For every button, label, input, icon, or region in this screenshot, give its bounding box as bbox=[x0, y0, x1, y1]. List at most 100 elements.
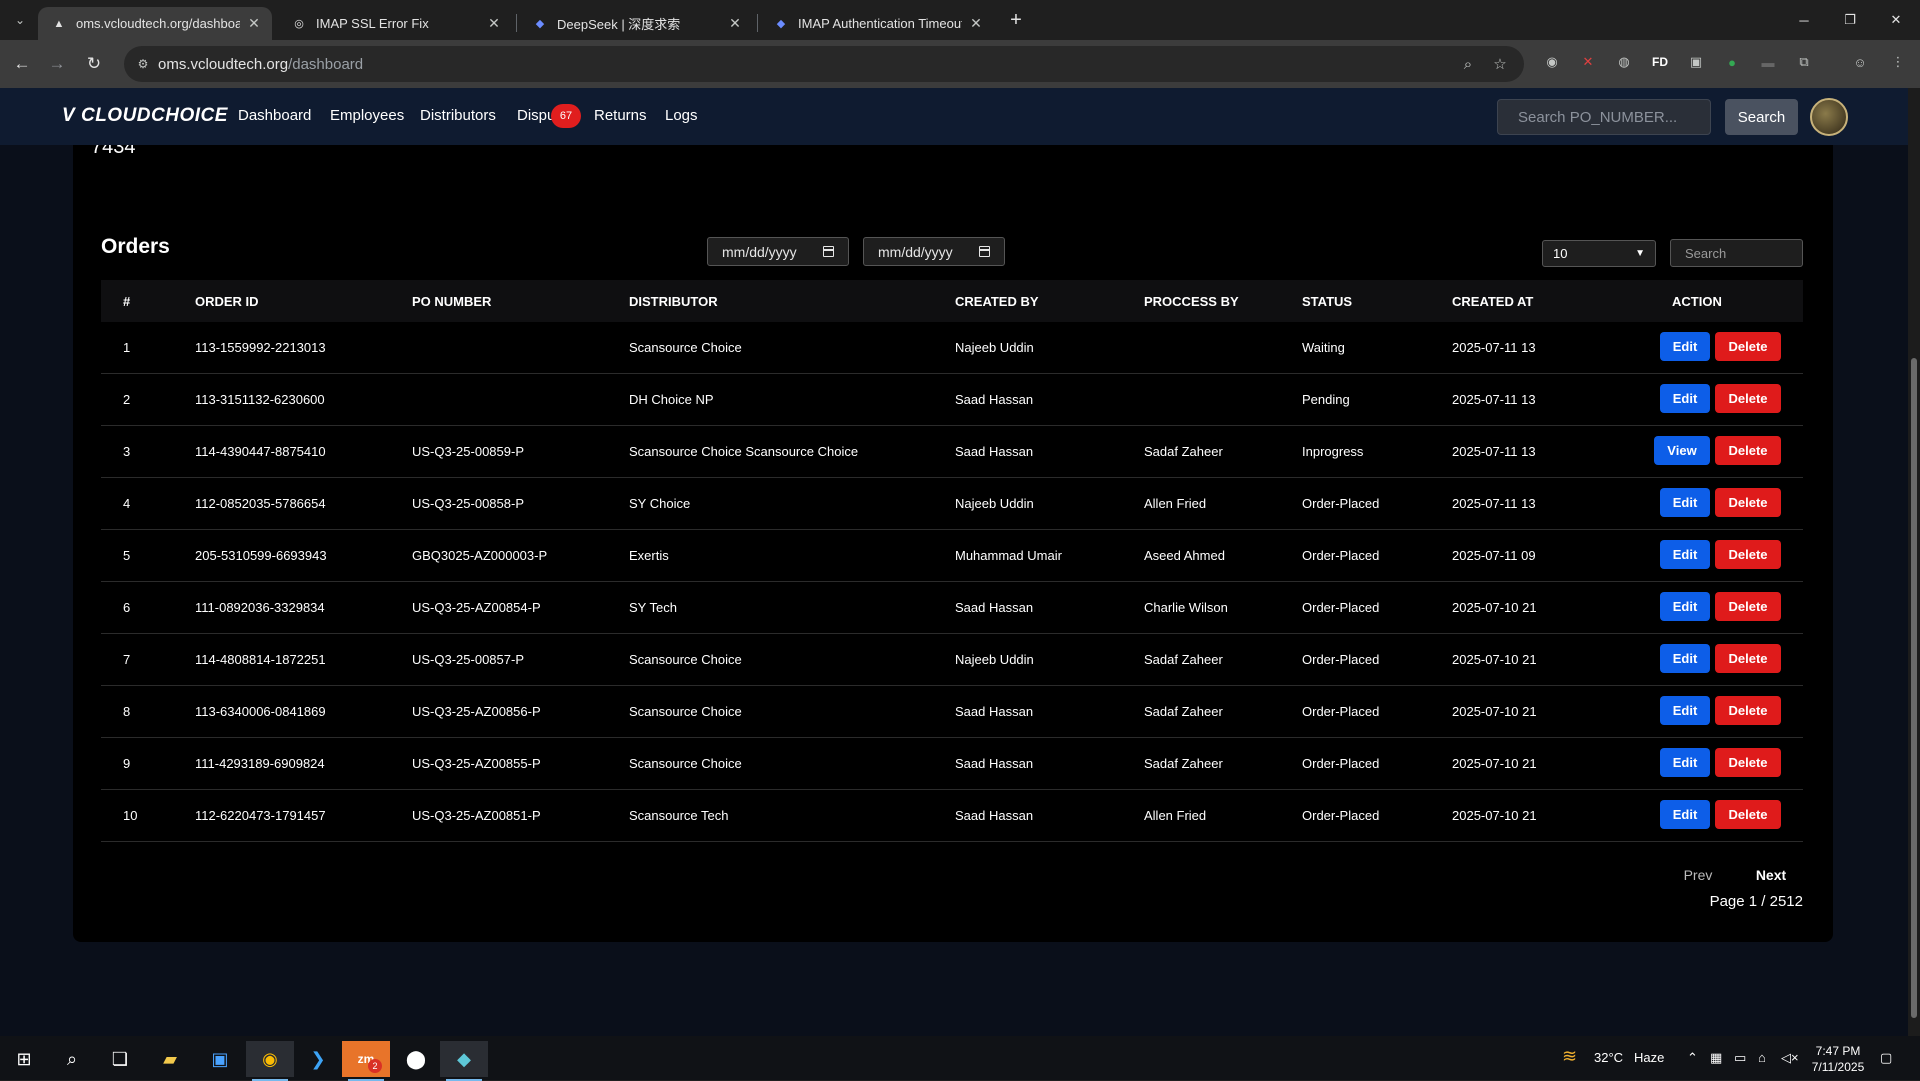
task-view-icon[interactable]: ❏ bbox=[96, 1041, 144, 1077]
nav-disputes[interactable]: Dispu bbox=[517, 107, 555, 124]
prev-page-button[interactable]: Prev bbox=[1673, 861, 1723, 889]
orders-card: Orders mm/dd/yyyy mm/dd/yyyy 10 ▼ # ORDE… bbox=[73, 204, 1833, 942]
tab-imap-ssl[interactable]: ◎ IMAP SSL Error Fix ✕ bbox=[278, 7, 512, 40]
vscode-icon[interactable]: ❯ bbox=[294, 1041, 342, 1077]
edit-button[interactable]: Edit bbox=[1660, 696, 1710, 725]
po-search-input[interactable] bbox=[1497, 99, 1711, 135]
tab-imap-timeout[interactable]: ◆ IMAP Authentication Timeout E ✕ bbox=[760, 7, 994, 40]
calendar-icon[interactable] bbox=[979, 246, 990, 257]
new-tab-icon[interactable]: + bbox=[1005, 9, 1027, 31]
cell-status: Order-Placed bbox=[1302, 496, 1380, 511]
avatar[interactable] bbox=[1810, 98, 1848, 136]
store-icon[interactable]: ▣ bbox=[196, 1041, 244, 1077]
tab-search-chevron-icon[interactable]: ⌄ bbox=[9, 10, 31, 30]
profile-icon[interactable]: ☺ bbox=[1850, 52, 1870, 72]
tab-close-icon[interactable]: ✕ bbox=[486, 15, 502, 32]
taskbar-search-icon[interactable]: ⌕ bbox=[48, 1041, 96, 1077]
next-page-button[interactable]: Next bbox=[1743, 861, 1799, 889]
edit-button[interactable]: Edit bbox=[1660, 748, 1710, 777]
windows-start-icon[interactable]: ⊞ bbox=[0, 1041, 48, 1077]
window-close-icon[interactable]: ✕ bbox=[1873, 8, 1919, 32]
reload-icon[interactable]: ↻ bbox=[82, 52, 106, 76]
edit-button[interactable]: Edit bbox=[1660, 332, 1710, 361]
app-drop-icon[interactable]: ⬤ bbox=[392, 1041, 440, 1077]
zoom-app-icon[interactable]: zm 2 bbox=[342, 1041, 390, 1081]
delete-button[interactable]: Delete bbox=[1715, 332, 1781, 361]
delete-button[interactable]: Delete bbox=[1715, 800, 1781, 829]
delete-button[interactable]: Delete bbox=[1715, 644, 1781, 673]
extension-green-icon[interactable]: ● bbox=[1722, 52, 1742, 72]
table-search-input[interactable] bbox=[1670, 239, 1803, 267]
address-bar[interactable]: ⚙ oms.vcloudtech.org/dashboard ⌕ ☆ bbox=[124, 46, 1524, 82]
tab-close-icon[interactable]: ✕ bbox=[727, 15, 743, 32]
app-diamond-icon[interactable]: ◆ bbox=[440, 1041, 488, 1081]
browser-menu-icon[interactable]: ⋮ bbox=[1888, 52, 1908, 72]
edit-button[interactable]: Edit bbox=[1660, 644, 1710, 673]
extension-image-icon[interactable]: ▣ bbox=[1686, 52, 1706, 72]
extension-glasses-icon[interactable]: ◉ bbox=[1542, 52, 1562, 72]
nav-logs[interactable]: Logs bbox=[665, 107, 698, 124]
extension-gray-icon[interactable]: ▬ bbox=[1758, 52, 1778, 72]
cell-status: Waiting bbox=[1302, 340, 1345, 355]
tab-deepseek[interactable]: ◆ DeepSeek | 深度求索 ✕ bbox=[519, 7, 753, 40]
nav-employees[interactable]: Employees bbox=[330, 107, 404, 124]
bookmark-star-icon[interactable]: ☆ bbox=[1491, 55, 1509, 73]
clock[interactable]: 7:47 PM 7/11/2025 bbox=[1808, 1043, 1868, 1075]
cell-created-at: 2025-07-10 21 bbox=[1452, 600, 1537, 615]
cell-created-at: 2025-07-10 21 bbox=[1452, 756, 1537, 771]
edit-button[interactable]: Edit bbox=[1660, 592, 1710, 621]
volume-muted-icon[interactable]: ◁× bbox=[1781, 1050, 1799, 1066]
extension-x-icon[interactable]: ✕ bbox=[1578, 52, 1598, 72]
delete-button[interactable]: Delete bbox=[1715, 436, 1781, 465]
tab-close-icon[interactable]: ✕ bbox=[246, 15, 262, 32]
logo[interactable]: V CLOUDCHOICE bbox=[62, 105, 228, 127]
restore-icon[interactable]: ❐ bbox=[1827, 8, 1873, 32]
edit-button[interactable]: Edit bbox=[1660, 800, 1710, 829]
edit-button[interactable]: Edit bbox=[1660, 540, 1710, 569]
view-button[interactable]: View bbox=[1654, 436, 1710, 465]
nav-dashboard[interactable]: Dashboard bbox=[238, 107, 311, 124]
weather-icon[interactable]: ≋ bbox=[1562, 1046, 1577, 1067]
cell-created-at: 2025-07-10 21 bbox=[1452, 652, 1537, 667]
chrome-icon[interactable]: ◉ bbox=[246, 1041, 294, 1081]
notifications-icon[interactable]: ▢ bbox=[1880, 1050, 1892, 1066]
forward-icon[interactable]: → bbox=[45, 52, 69, 76]
delete-button[interactable]: Delete bbox=[1715, 384, 1781, 413]
nav-distributors[interactable]: Distributors bbox=[420, 107, 496, 124]
minimize-icon[interactable]: ─ bbox=[1781, 8, 1827, 32]
date-from-input[interactable]: mm/dd/yyyy bbox=[707, 237, 849, 266]
delete-button[interactable]: Delete bbox=[1715, 696, 1781, 725]
extension-globe-icon[interactable]: ◍ bbox=[1614, 52, 1634, 72]
delete-button[interactable]: Delete bbox=[1715, 540, 1781, 569]
delete-button[interactable]: Delete bbox=[1715, 488, 1781, 517]
edit-button[interactable]: Edit bbox=[1660, 488, 1710, 517]
delete-button[interactable]: Delete bbox=[1715, 592, 1781, 621]
file-explorer-icon[interactable]: ▰ bbox=[146, 1041, 194, 1077]
tray-chevron-up-icon[interactable]: ⌃ bbox=[1687, 1050, 1698, 1066]
zoom-notification-badge: 2 bbox=[368, 1059, 382, 1073]
calendar-icon[interactable] bbox=[823, 246, 834, 257]
cell-status: Order-Placed bbox=[1302, 756, 1380, 771]
back-icon[interactable]: ← bbox=[10, 52, 34, 76]
battery-icon[interactable]: ▭ bbox=[1734, 1050, 1746, 1066]
network-icon[interactable]: ⌂ bbox=[1758, 1050, 1766, 1065]
extension-fd-icon[interactable]: FD bbox=[1650, 52, 1670, 72]
delete-button[interactable]: Delete bbox=[1715, 748, 1781, 777]
page-scrollbar[interactable] bbox=[1908, 88, 1920, 1036]
nav-returns[interactable]: Returns bbox=[594, 107, 647, 124]
edit-button[interactable]: Edit bbox=[1660, 384, 1710, 413]
zoom-icon[interactable]: ⌕ bbox=[1459, 55, 1477, 73]
date-to-input[interactable]: mm/dd/yyyy bbox=[863, 237, 1005, 266]
tray-security-icon[interactable]: ▦ bbox=[1710, 1050, 1722, 1066]
per-page-select[interactable]: 10 ▼ bbox=[1542, 240, 1656, 267]
tab-dashboard[interactable]: ▲ oms.vcloudtech.org/dashboard ✕ bbox=[38, 7, 272, 40]
cell-created-at: 2025-07-11 13 bbox=[1452, 392, 1536, 407]
po-search-button[interactable]: Search bbox=[1725, 99, 1798, 135]
weather-temp[interactable]: 32°C bbox=[1594, 1050, 1623, 1065]
tab-close-icon[interactable]: ✕ bbox=[968, 15, 984, 32]
extensions-puzzle-icon[interactable]: ⧉ bbox=[1794, 52, 1814, 72]
cell-po-number: US-Q3-25-AZ00851-P bbox=[412, 808, 541, 823]
scroll-thumb[interactable] bbox=[1911, 358, 1917, 1018]
weather-desc[interactable]: Haze bbox=[1634, 1050, 1664, 1065]
site-info-icon[interactable]: ⚙ bbox=[134, 55, 152, 73]
